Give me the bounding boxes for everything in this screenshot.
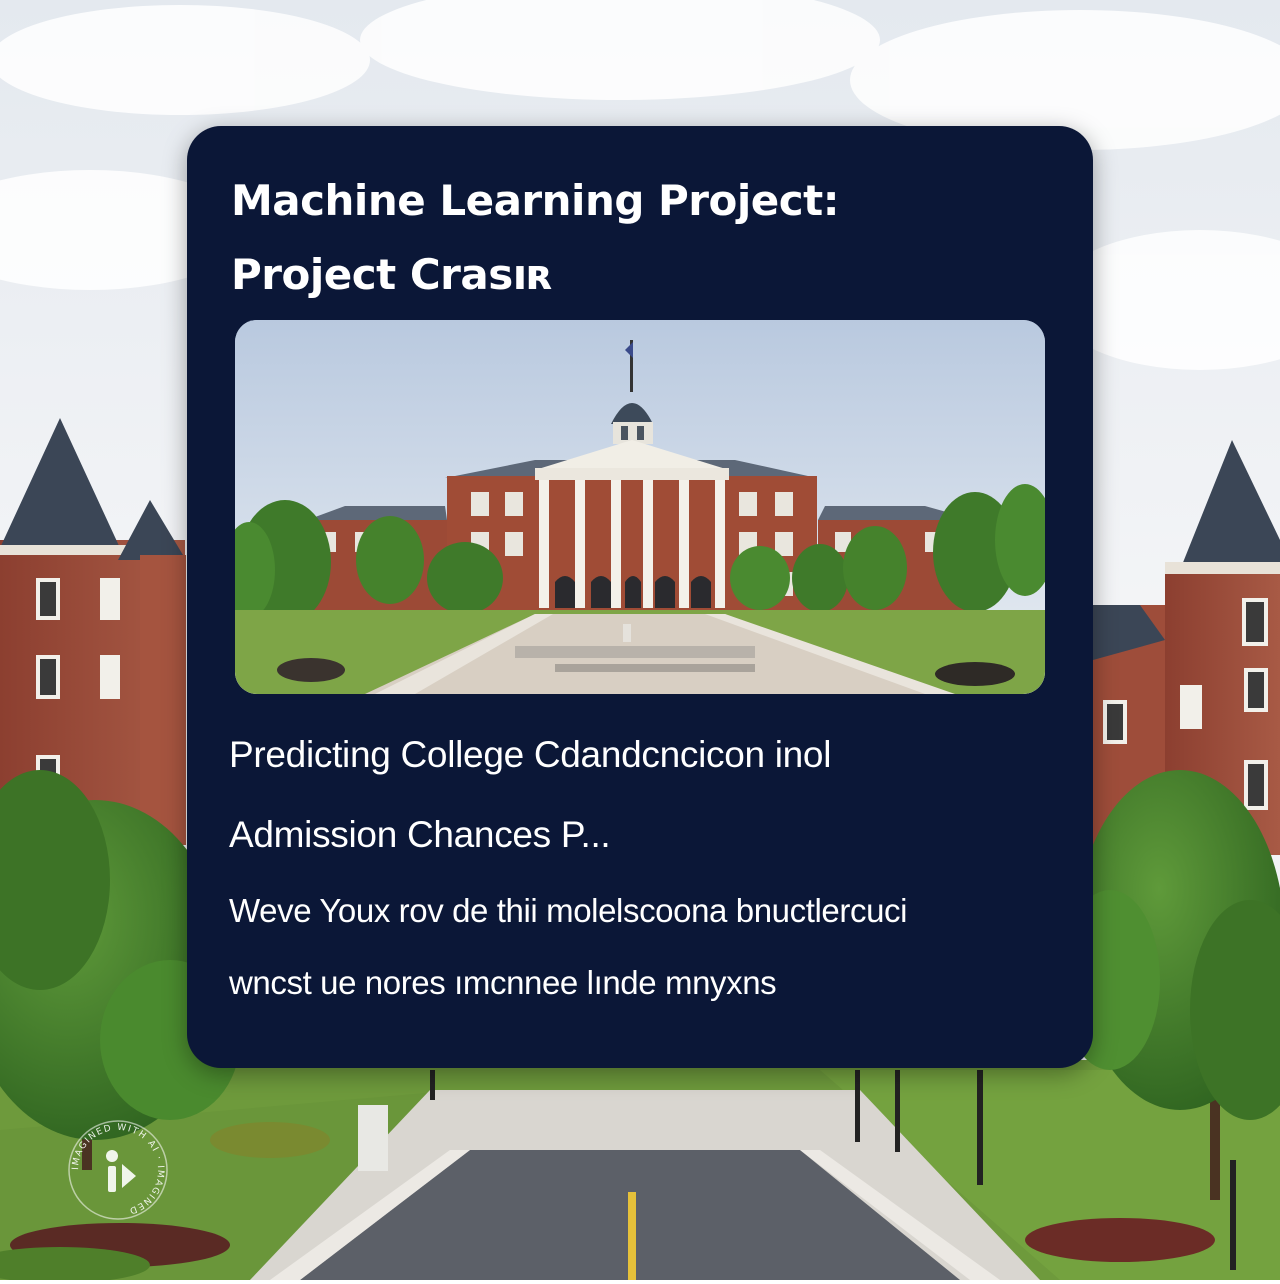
- card-subtitle-line-2: Admission Chances P...: [229, 814, 611, 855]
- road-center-line: [628, 1192, 636, 1280]
- card-title-line-1: Machine Learning Project:: [231, 176, 840, 225]
- project-card: Machine Learning Project: Project Crasıʀ: [187, 126, 1093, 1068]
- card-title: Machine Learning Project: Project Crasıʀ: [231, 164, 1051, 312]
- watermark-badge: IMAGINED WITH AI · IMAGINED: [68, 1120, 168, 1220]
- imagined-logo-icon: [106, 1150, 136, 1192]
- campus-scene: Machine Learning Project: Project Crasıʀ: [0, 0, 1280, 1283]
- card-body-line-2: wncst ue nores ımcnnee lınde mnyxns: [229, 964, 777, 1001]
- campus-photo: [235, 320, 1045, 694]
- card-title-line-2: Project Crasıʀ: [231, 250, 554, 299]
- bollard: [358, 1105, 388, 1171]
- card-body-line-1: Weve Youx rov de thii molelscoona bnuctl…: [229, 892, 908, 929]
- watermark-text: IMAGINED WITH AI · IMAGINED: [71, 1123, 165, 1216]
- campus-building-photo: [235, 320, 1045, 694]
- card-subtitle-line-1: Predicting College Cdandcncicon inol: [229, 734, 832, 775]
